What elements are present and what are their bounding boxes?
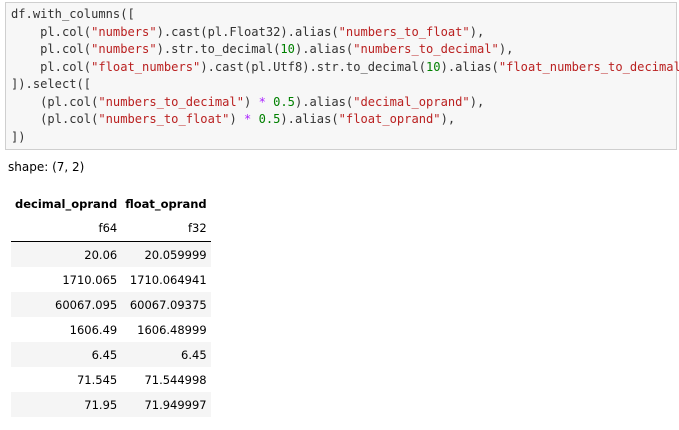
code-token: ),	[469, 94, 485, 109]
code-token: df.with_columns([	[11, 7, 135, 21]
dataframe-table: decimal_oprand float_oprand f64 f32 20.0…	[11, 193, 211, 417]
code-token: "numbers_to_decimal"	[98, 94, 244, 109]
code-token: "float_numbers"	[91, 59, 201, 74]
cell-decimal-oprand: 60067.095	[55, 297, 118, 312]
code-token: ).alias(	[440, 59, 499, 74]
code-token: "numbers_to_float"	[338, 24, 470, 39]
code-token: ])	[11, 129, 26, 144]
code-line: (pl.col("numbers_to_float") * 0.5).alias…	[11, 112, 455, 126]
code-token: (pl.col(	[11, 94, 99, 109]
code-editor[interactable]: df.with_columns([ pl.col("numbers").cast…	[11, 6, 679, 146]
code-token: "numbers_to_decimal"	[353, 42, 499, 56]
code-token: 10	[280, 42, 295, 56]
code-cell[interactable]: df.with_columns([ pl.col("numbers").cast…	[5, 2, 679, 150]
cell-float-oprand: 1606.48999	[137, 322, 207, 337]
code-token: ),	[469, 24, 485, 39]
code-token: ).cast(pl.Float32).alias(	[156, 24, 339, 39]
cell-float-oprand: 60067.09375	[129, 297, 207, 312]
table-row: 1606.49 1606.48999	[11, 317, 211, 342]
code-token: "numbers"	[91, 24, 157, 39]
code-token: ]).select([	[11, 77, 92, 91]
table-row: 1710.065 1710.064941	[11, 267, 211, 292]
code-token: )	[244, 94, 259, 109]
code-token: 0.5	[258, 112, 281, 126]
code-token: ),	[440, 112, 456, 126]
table-row: 71.95 71.949997	[11, 392, 211, 417]
code-token: "numbers"	[91, 42, 157, 56]
cell-decimal-oprand: 71.545	[76, 372, 118, 387]
code-token: "float_numbers_to_decimal"	[498, 59, 679, 74]
shape-label: shape: (7, 2)	[8, 160, 85, 174]
cell-decimal-oprand: 6.45	[91, 347, 118, 362]
cell-float-oprand: 20.059999	[144, 247, 207, 262]
code-line: df.with_columns([	[11, 7, 135, 21]
cell-float-oprand: 71.949997	[144, 397, 207, 412]
table-row: 60067.095 60067.09375	[11, 292, 211, 317]
code-line: ])	[11, 130, 26, 144]
code-line: (pl.col("numbers_to_decimal") * 0.5).ali…	[11, 95, 484, 109]
code-line: pl.col("numbers").str.to_decimal(10).ali…	[11, 42, 513, 56]
table-row: 20.06 20.059999	[11, 241, 211, 267]
code-token: 10	[426, 59, 441, 74]
code-token: ).cast(pl.Utf8).str.to_decimal(	[200, 59, 427, 74]
code-token: ).str.to_decimal(	[156, 42, 281, 56]
dtype-decimal-oprand: f64	[98, 221, 118, 235]
cell-decimal-oprand: 1710.065	[62, 272, 118, 287]
code-token: pl.col(	[11, 24, 92, 39]
code-line: pl.col("float_numbers").cast(pl.Utf8).st…	[11, 60, 679, 74]
cell-decimal-oprand: 1606.49	[69, 322, 118, 337]
code-token: "numbers_to_float"	[98, 112, 230, 126]
cell-decimal-oprand: 71.95	[84, 397, 118, 412]
code-token: *	[258, 94, 266, 109]
table-row: 6.45 6.45	[11, 342, 211, 367]
column-header-decimal-oprand: decimal_oprand	[15, 197, 118, 211]
code-token: 0.5	[273, 94, 295, 109]
code-line: pl.col("numbers").cast(pl.Float32).alias…	[11, 25, 484, 39]
column-header-float-oprand: float_oprand	[125, 197, 207, 211]
code-token: "float_oprand"	[338, 112, 441, 126]
code-token: (pl.col(	[11, 112, 99, 126]
cell-decimal-oprand: 20.06	[84, 247, 118, 262]
dtype-float-oprand: f32	[187, 221, 207, 235]
code-token: pl.col(	[11, 42, 92, 56]
code-token: pl.col(	[11, 59, 92, 74]
code-token: "decimal_oprand"	[353, 94, 470, 109]
code-token: ).alias(	[294, 42, 354, 56]
code-token: ).alias(	[294, 94, 354, 109]
table-row: 71.545 71.544998	[11, 367, 211, 392]
cell-float-oprand: 71.544998	[144, 372, 207, 387]
cell-float-oprand: 1710.064941	[129, 272, 207, 287]
code-token: ).alias(	[280, 112, 339, 126]
code-token: )	[229, 112, 244, 126]
code-token: ),	[498, 42, 514, 56]
cell-float-oprand: 6.45	[181, 347, 207, 362]
code-line: ]).select([	[11, 77, 91, 91]
